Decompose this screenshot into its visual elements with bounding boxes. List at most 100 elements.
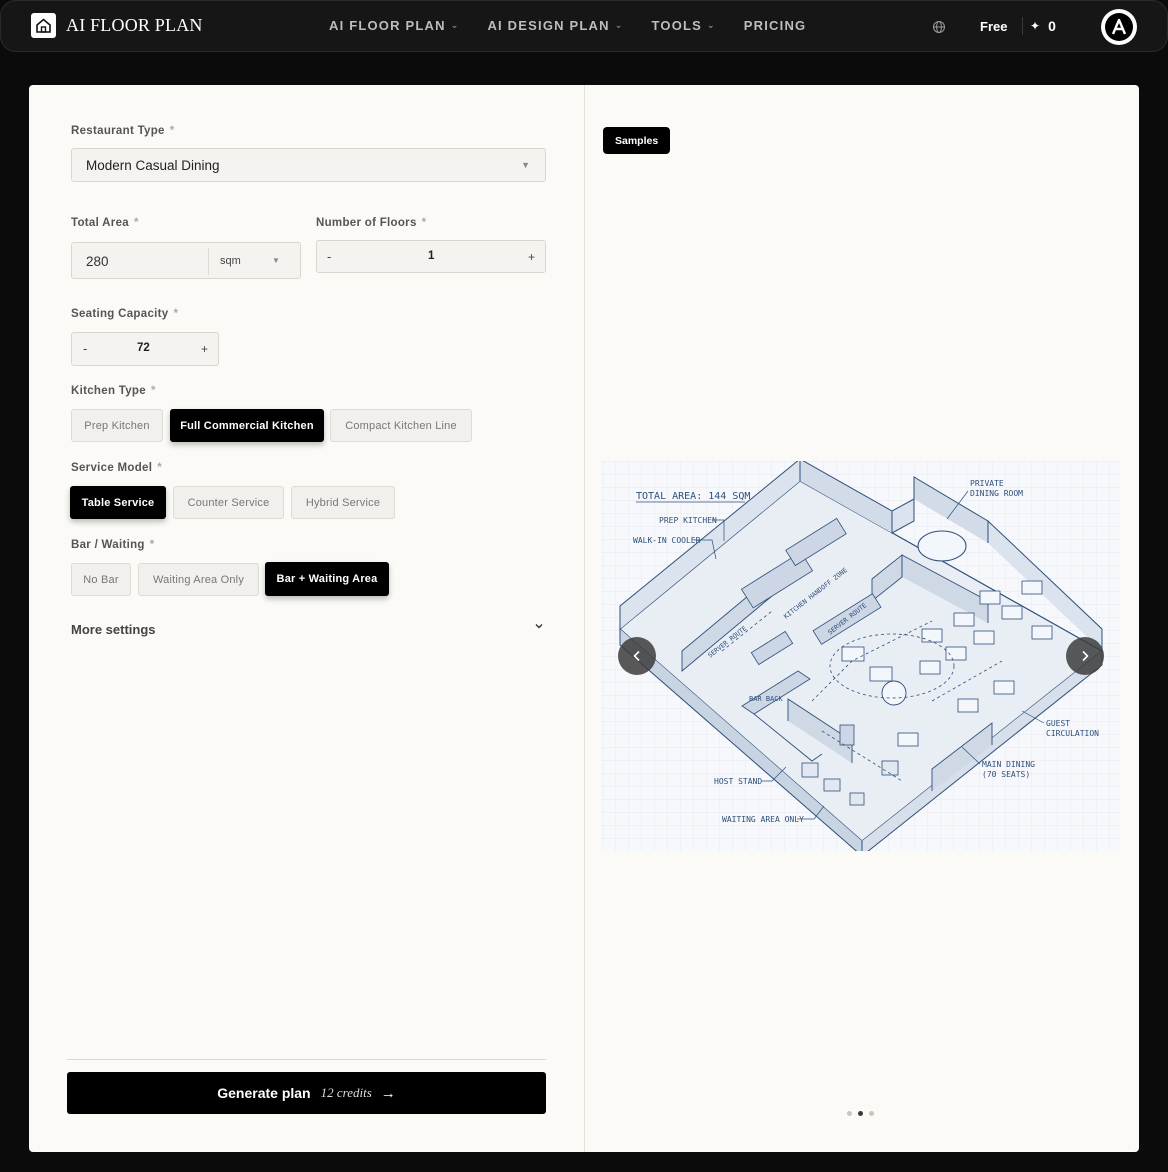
plan-prep-kitchen: PREP KITCHEN bbox=[659, 516, 717, 525]
bar-option-none[interactable]: No Bar bbox=[71, 563, 131, 596]
service-model-label: Service Model * bbox=[71, 462, 162, 474]
plan-main-2: (70 SEATS) bbox=[982, 770, 1030, 779]
seating-stepper: - 72 + bbox=[71, 332, 219, 366]
plan-walk-in: WALK-IN COOLER bbox=[633, 536, 701, 545]
plan-guest-2: CIRCULATION bbox=[1046, 729, 1099, 738]
required-mark: * bbox=[169, 125, 175, 137]
service-option-table[interactable]: Table Service bbox=[70, 486, 166, 519]
nav-label: AI FLOOR PLAN bbox=[329, 18, 446, 33]
floors-decrement-button[interactable]: - bbox=[327, 249, 331, 264]
total-area-input[interactable]: 280 bbox=[86, 254, 109, 269]
plan-private-2: DINING ROOM bbox=[970, 489, 1023, 498]
carousel-dot-3[interactable] bbox=[869, 1111, 874, 1116]
floors-stepper: - 1 + bbox=[316, 240, 546, 273]
nav-label: AI DESIGN PLAN bbox=[487, 18, 610, 33]
carousel-dots bbox=[847, 1111, 874, 1116]
seating-increment-button[interactable]: + bbox=[201, 342, 208, 356]
generate-credits: 12 credits bbox=[320, 1085, 372, 1100]
floors-label: Number of Floors * bbox=[316, 217, 426, 229]
bar-option-bar-waiting[interactable]: Bar + Waiting Area bbox=[265, 562, 389, 596]
seating-decrement-button[interactable]: - bbox=[83, 341, 87, 356]
label-text: Bar / Waiting bbox=[71, 539, 145, 551]
bar-waiting-label: Bar / Waiting * bbox=[71, 539, 155, 551]
sparkle-icon: ✦ bbox=[1030, 19, 1041, 33]
floor-plan-image: TOTAL AREA: 144 SQM PREP KITCHEN WALK-IN… bbox=[602, 461, 1120, 851]
chevron-down-icon: ⌄ bbox=[450, 20, 460, 30]
footer-divider bbox=[67, 1059, 546, 1060]
nav-tools[interactable]: TOOLS ⌄ bbox=[651, 18, 715, 33]
plan-badge[interactable]: Free bbox=[980, 19, 1007, 34]
service-option-counter[interactable]: Counter Service bbox=[173, 486, 284, 519]
required-mark: * bbox=[157, 462, 163, 474]
more-settings-label: More settings bbox=[71, 622, 156, 637]
carousel-dot-2[interactable] bbox=[858, 1111, 863, 1116]
chevron-down-icon bbox=[534, 621, 544, 634]
label-text: Restaurant Type bbox=[71, 125, 165, 137]
required-mark: * bbox=[173, 308, 179, 320]
nav-pricing[interactable]: PRICING bbox=[744, 18, 807, 33]
caret-down-icon: ▼ bbox=[272, 256, 280, 265]
required-mark: * bbox=[149, 539, 155, 551]
home-icon bbox=[31, 13, 56, 38]
plan-total-area: TOTAL AREA: 144 SQM bbox=[636, 491, 750, 502]
label-text: Total Area bbox=[71, 217, 129, 229]
plan-main-1: MAIN DINING bbox=[982, 760, 1035, 769]
nav-divider bbox=[1022, 17, 1023, 35]
plan-host: HOST STAND bbox=[714, 777, 762, 786]
globe-icon[interactable] bbox=[932, 20, 946, 34]
label-text: Kitchen Type bbox=[71, 385, 146, 397]
credits-counter[interactable]: ✦ 0 bbox=[1030, 18, 1056, 34]
carousel-prev-button[interactable] bbox=[618, 637, 656, 675]
kitchen-type-label: Kitchen Type * bbox=[71, 385, 156, 397]
chevron-down-icon: ⌄ bbox=[707, 20, 716, 30]
plan-bar-back: BAR BACK bbox=[749, 695, 784, 703]
nav-label: TOOLS bbox=[651, 18, 703, 33]
required-mark: * bbox=[421, 217, 427, 229]
floors-increment-button[interactable]: + bbox=[528, 250, 535, 264]
chevron-right-icon bbox=[1082, 650, 1089, 662]
avatar[interactable] bbox=[1101, 9, 1137, 45]
select-value: Modern Casual Dining bbox=[86, 158, 220, 173]
restaurant-type-label: Restaurant Type * bbox=[71, 125, 175, 137]
kitchen-option-full-commercial[interactable]: Full Commercial Kitchen bbox=[170, 409, 324, 442]
credits-value: 0 bbox=[1048, 18, 1056, 34]
bar-option-waiting-only[interactable]: Waiting Area Only bbox=[138, 563, 259, 596]
nav-links: AI FLOOR PLAN ⌄ AI DESIGN PLAN ⌄ TOOLS ⌄ PR… bbox=[329, 18, 834, 33]
carousel-dot-1[interactable] bbox=[847, 1111, 852, 1116]
generate-plan-button[interactable]: Generate plan 12 credits → bbox=[67, 1072, 546, 1114]
nav-label: PRICING bbox=[743, 18, 807, 33]
unit-divider bbox=[208, 248, 209, 275]
label-text: Seating Capacity bbox=[71, 308, 169, 320]
nav-ai-design-plan[interactable]: AI DESIGN PLAN ⌄ bbox=[487, 18, 623, 33]
generate-label: Generate plan bbox=[217, 1085, 311, 1101]
label-text: Number of Floors bbox=[316, 217, 417, 229]
label-text: Service Model bbox=[71, 462, 153, 474]
total-area-label: Total Area * bbox=[71, 217, 139, 229]
nav-ai-floor-plan[interactable]: AI FLOOR PLAN ⌄ bbox=[329, 18, 459, 33]
brand-name: AI FLOOR PLAN bbox=[66, 15, 203, 35]
account-icon bbox=[1105, 13, 1133, 41]
seating-value[interactable]: 72 bbox=[137, 342, 150, 354]
kitchen-option-prep[interactable]: Prep Kitchen bbox=[71, 409, 163, 442]
caret-down-icon: ▼ bbox=[521, 160, 530, 170]
service-option-hybrid[interactable]: Hybrid Service bbox=[291, 486, 395, 519]
seating-label: Seating Capacity * bbox=[71, 308, 178, 320]
arrow-right-icon: → bbox=[380, 1084, 396, 1102]
chevron-left-icon bbox=[633, 650, 640, 662]
samples-badge: Samples bbox=[603, 127, 671, 154]
plan-guest-1: GUEST bbox=[1046, 719, 1070, 728]
generator-card: Restaurant Type * Modern Casual Dining ▼ … bbox=[29, 85, 1139, 1152]
required-mark: * bbox=[150, 385, 156, 397]
carousel-next-button[interactable] bbox=[1066, 637, 1104, 675]
unit-select[interactable]: sqm bbox=[220, 255, 241, 267]
panel-divider bbox=[584, 85, 585, 1152]
brand-logo-link[interactable]: AI FLOOR PLAN bbox=[31, 13, 203, 38]
restaurant-type-select[interactable]: Modern Casual Dining ▼ bbox=[71, 148, 546, 182]
more-settings-toggle[interactable]: More settings bbox=[71, 621, 546, 641]
floors-value[interactable]: 1 bbox=[428, 250, 434, 262]
top-nav: AI FLOOR PLAN AI FLOOR PLAN ⌄ AI DESIGN P… bbox=[0, 0, 1168, 52]
chevron-down-icon: ⌄ bbox=[614, 20, 624, 30]
plan-private-1: PRIVATE bbox=[970, 479, 1004, 488]
kitchen-option-compact[interactable]: Compact Kitchen Line bbox=[330, 409, 472, 442]
required-mark: * bbox=[133, 217, 139, 229]
